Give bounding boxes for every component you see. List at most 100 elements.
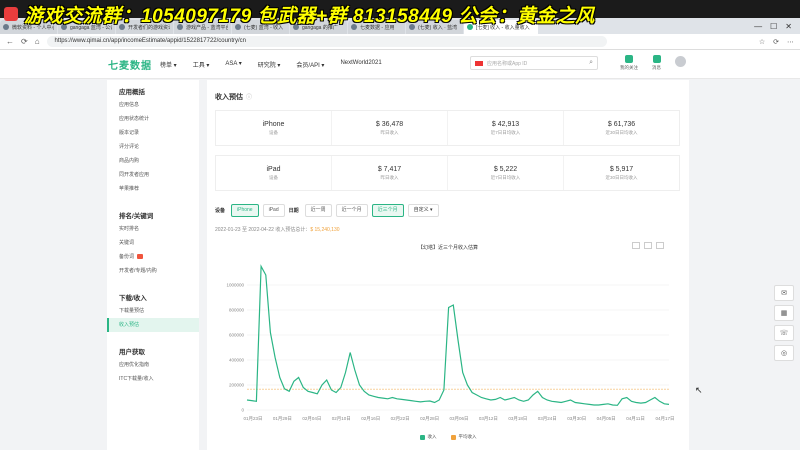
sidebar-group-title: 应用概括 xyxy=(119,89,145,96)
x-tick-label: 03月24日 xyxy=(538,416,557,422)
y-tick-label: 1000000 xyxy=(226,283,244,288)
sidebar-item[interactable]: 关键词 xyxy=(107,236,199,250)
sidebar-item[interactable]: 应用状态统计 xyxy=(107,112,199,126)
browser-toolbar-icons: ☆ ⟳ ⋯ xyxy=(759,38,794,46)
x-tick-label: 02月22日 xyxy=(391,416,410,422)
x-tick-label: 04月17日 xyxy=(655,416,674,422)
mouse-cursor-icon: ↖ xyxy=(695,385,703,395)
sidebar-group-title: 排名/关键词 xyxy=(119,213,154,220)
summary-amount: $ 15,240,130 xyxy=(310,227,340,233)
sidebar-item-active[interactable]: 收入预估 xyxy=(107,318,199,332)
follow-icon xyxy=(625,55,633,63)
sidebar-item[interactable]: 开发者/专题/内购 xyxy=(107,264,199,278)
x-tick-label: 03月18日 xyxy=(508,416,527,422)
sidebar-item[interactable]: 同开发者应用 xyxy=(107,168,199,182)
stream-logo-icon xyxy=(4,7,18,21)
consult-icon[interactable]: ☏ xyxy=(774,325,794,341)
legend-item[interactable]: 收入 xyxy=(419,434,437,440)
iphone-summary-card: iPhone 设备 $ 36,478 昨日收入 $ 42,913 近7日日均收入 $ … xyxy=(215,110,680,146)
x-tick-label: 04月11日 xyxy=(626,416,645,422)
search-input[interactable]: 应用名称或App ID xyxy=(487,60,585,67)
device-name: iPhone xyxy=(262,120,285,128)
x-tick-label: 01月23日 xyxy=(243,416,262,422)
ipad-summary-card: iPad 设备 $ 7,417 昨日收入 $ 5,222 近7日日均收入 $ 5,91… xyxy=(215,155,680,191)
filter-bar: 设备 iPhone iPad 日期 近一周 近一个月 近三个月 自定义 ▾ xyxy=(215,204,439,217)
nav-item-member-api[interactable]: 会员/API ▾ xyxy=(296,60,324,69)
y-tick-label: 0 xyxy=(241,408,244,413)
y-tick-label: 400000 xyxy=(229,358,245,363)
more-menu-icon[interactable]: ⋯ xyxy=(787,38,794,46)
wechat-icon[interactable]: ◎ xyxy=(774,345,794,361)
app-search-box[interactable]: 应用名称或App ID ⌕ xyxy=(470,56,598,70)
range-three-months-button[interactable]: 近三个月 xyxy=(371,204,404,217)
x-tick-label: 02月28日 xyxy=(420,416,439,422)
web-page: 七麦数据 榜单 ▾ 工具 ▾ ASA ▾ 研究院 ▾ 会员/API ▾ Next… xyxy=(0,50,800,450)
chart-type-toggle-icon[interactable] xyxy=(632,242,640,249)
metric-value: $ 36,478 xyxy=(375,120,404,128)
sidebar-item[interactable]: 实时排名 xyxy=(107,222,199,236)
sidebar-item-backup-words[interactable]: 备份词 xyxy=(107,250,199,264)
sidebar-group-title: 下载/收入 xyxy=(119,295,147,302)
search-icon[interactable]: ⌕ xyxy=(589,59,593,67)
new-badge-icon xyxy=(137,254,144,260)
y-tick-label: 800000 xyxy=(229,308,245,313)
overlay-text: 游戏交流群：1054097179 包武器+群 813158449 公会：黄金之风 xyxy=(24,5,595,27)
customer-service-icon[interactable]: ✉ xyxy=(774,285,794,301)
metric-value: $ 42,913 xyxy=(491,120,520,128)
sidebar-item[interactable]: 商品内购 xyxy=(107,154,199,168)
top-nav-items: 榜单 ▾ 工具 ▾ ASA ▾ 研究院 ▾ 会员/API ▾ NextWorld… xyxy=(160,60,382,69)
range-week-button[interactable]: 近一周 xyxy=(304,204,332,217)
x-tick-label: 02月16日 xyxy=(361,416,380,422)
device-ipad-button[interactable]: iPad xyxy=(262,204,285,217)
series-line-revenue xyxy=(246,264,670,406)
legend-item[interactable]: 平均收入 xyxy=(450,434,477,440)
y-tick-label: 600000 xyxy=(229,333,245,338)
page-title: 收入预估 ⓘ xyxy=(215,94,253,101)
stream-overlay-banner: 游戏交流群：1054097179 包武器+群 813158449 公会：黄金之风 xyxy=(0,0,800,28)
range-month-button[interactable]: 近一个月 xyxy=(335,204,368,217)
sidebar-item[interactable]: 下载量预估 xyxy=(107,304,199,318)
sidebar-item[interactable]: 应用信息 xyxy=(107,98,199,112)
revenue-line-chart: 0 200000 400000 600000 800000 1000000 01月23日 01… xyxy=(226,264,675,422)
top-right-tools: 我的关注 消息 xyxy=(620,55,686,71)
messages-button[interactable]: 消息 xyxy=(652,55,661,71)
metric-value: $ 5,917 xyxy=(609,165,634,173)
sidebar-item[interactable]: 应用优化指南 xyxy=(107,358,199,372)
sidebar-item[interactable]: 苹果推荐 xyxy=(107,182,199,196)
home-icon[interactable]: ⌂ xyxy=(35,37,40,46)
nav-item-nextworld[interactable]: NextWorld2021 xyxy=(340,60,381,69)
feedback-icon[interactable]: ▦ xyxy=(774,305,794,321)
floating-tools: ✉ ▦ ☏ ◎ xyxy=(774,285,796,361)
download-image-icon[interactable] xyxy=(644,242,652,249)
custom-range-select[interactable]: 自定义 ▾ xyxy=(407,204,439,217)
x-tick-label: 04月05日 xyxy=(597,416,616,422)
x-tick-label: 02月04日 xyxy=(302,416,321,422)
my-follow-button[interactable]: 我的关注 xyxy=(620,55,638,71)
nav-item-tools[interactable]: 工具 ▾ xyxy=(193,60,210,69)
sidebar-item[interactable]: ITC下载量/收入 xyxy=(107,372,199,386)
nav-item-rankings[interactable]: 榜单 ▾ xyxy=(160,60,177,69)
chart-legend: 收入 平均收入 xyxy=(207,434,689,440)
sidebar-item[interactable]: 评分评论 xyxy=(107,140,199,154)
help-icon[interactable]: ⓘ xyxy=(246,95,252,101)
bell-icon xyxy=(652,55,661,63)
metric-value: $ 61,736 xyxy=(607,120,636,128)
site-logo[interactable]: 七麦数据 xyxy=(108,57,152,72)
chart-toolbar xyxy=(632,242,664,249)
metric-value: $ 7,417 xyxy=(377,165,402,173)
country-flag-icon[interactable] xyxy=(475,60,483,66)
back-arrow-icon[interactable]: ← xyxy=(6,37,14,46)
nav-item-research[interactable]: 研究院 ▾ xyxy=(258,60,281,69)
device-iphone-button[interactable]: iPhone xyxy=(231,204,259,217)
site-top-nav: 七麦数据 榜单 ▾ 工具 ▾ ASA ▾ 研究院 ▾ 会员/API ▾ Next… xyxy=(0,50,800,79)
sidebar-item[interactable]: 版本记录 xyxy=(107,126,199,140)
reload-icon[interactable]: ⟳ xyxy=(21,37,28,46)
x-tick-label: 01月29日 xyxy=(273,416,292,422)
nav-item-asa[interactable]: ASA ▾ xyxy=(225,60,241,69)
export-data-icon[interactable] xyxy=(656,242,664,249)
x-tick-label: 03月30日 xyxy=(567,416,586,422)
sync-icon[interactable]: ⟳ xyxy=(773,38,779,46)
url-field[interactable]: https://www.qimai.cn/app/incomeEstimate/… xyxy=(46,36,607,47)
avatar[interactable] xyxy=(675,56,686,67)
favorite-star-icon[interactable]: ☆ xyxy=(759,38,765,46)
